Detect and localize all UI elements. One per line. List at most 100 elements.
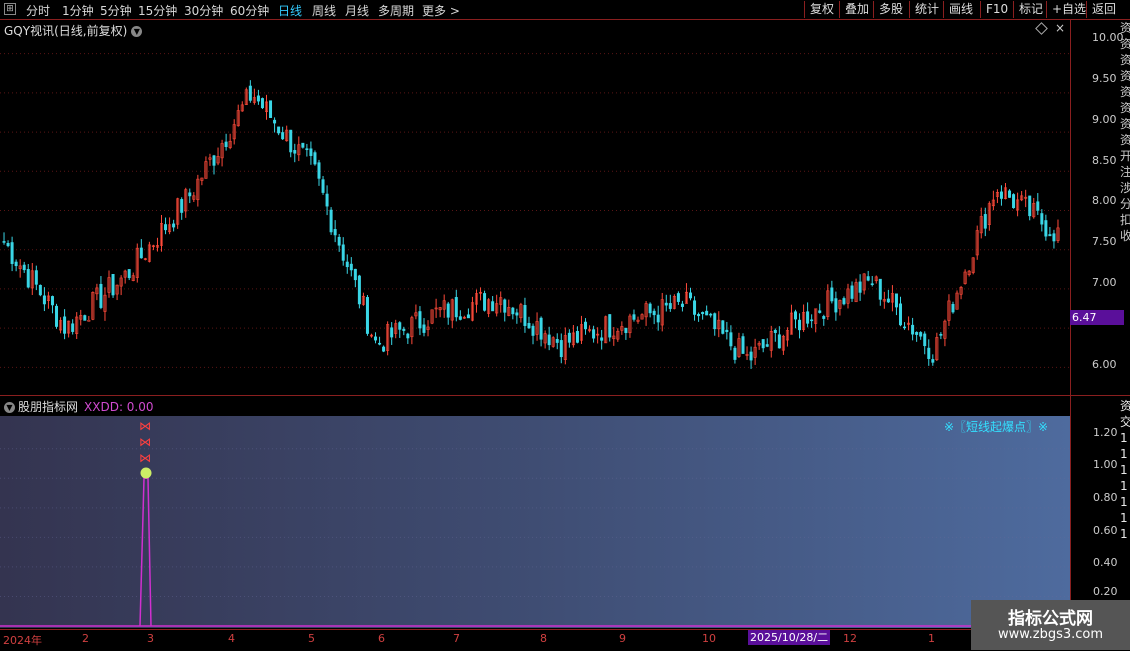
candle-body [224,141,228,148]
candle-body [713,313,717,330]
candle-body [923,333,927,347]
candle-body [1040,213,1044,225]
candle-body [42,295,46,305]
candle-body [63,316,67,334]
candle-body [777,334,781,349]
candle-body [491,301,495,312]
candle-body [10,242,14,264]
candle-body [559,340,563,358]
candle-body [260,98,264,109]
adjust-button[interactable]: 复权 [804,1,839,18]
candle-body [575,331,579,343]
overlay-button[interactable]: 叠加 [839,1,874,18]
tab-30min[interactable]: 30分钟 [184,2,223,19]
candle-body [725,329,729,333]
indicator-info-strip: 资交 1 1 1 1 1 1 1 [1120,398,1130,628]
info-strip[interactable]: 资资资资资资资资开注涉分扣收 [1120,20,1130,395]
candle-body [139,247,143,259]
candle-body [584,321,588,330]
candle-body [527,323,531,329]
strip-char: 1 [1120,527,1128,541]
candle-body [422,324,426,333]
candle-body [341,244,345,261]
candlestick-chart[interactable] [0,20,1070,395]
signal-label: ※〖短线起爆点〗※ [944,420,1049,434]
candle-body [539,317,543,340]
f10-button[interactable]: F10 [980,1,1013,18]
time-label: 3 [147,632,154,645]
candle-body [555,339,559,343]
strip-char: 收 [1120,229,1130,243]
strip-char: 涉 [1120,181,1130,195]
strip-char: 交 [1120,415,1130,429]
candle-body [349,263,353,271]
strip-char: 分 [1120,197,1130,211]
strip-char: 1 [1120,431,1128,445]
candle-body [664,302,668,306]
candle-body [915,332,919,335]
stats-button[interactable]: 统计 [909,1,944,18]
candle-body [71,323,75,332]
tab-multi-period[interactable]: 多周期 [378,2,414,19]
tab-more-label: 更多 [422,4,447,18]
tab-more[interactable]: 更多 > [422,2,460,19]
tab-1min[interactable]: 1分钟 [62,2,94,19]
candle-body [2,241,6,243]
candle-body [523,305,527,326]
chevron-down-icon[interactable]: ▼ [4,402,15,413]
tab-intraday[interactable]: 分时 [26,2,50,19]
tab-monthly[interactable]: 月线 [345,2,369,19]
strip-char: 注 [1120,165,1130,179]
candle-body [903,326,907,329]
candle-body [111,274,115,296]
add-watchlist-button[interactable]: +自选 [1046,1,1091,18]
candle-body [127,269,131,279]
tab-daily[interactable]: 日线 [278,2,302,19]
tab-5min[interactable]: 5分钟 [100,2,132,19]
time-label: 2 [82,632,89,645]
strip-char: 开 [1120,149,1130,163]
candle-body [741,336,745,354]
candle-body [624,327,628,334]
toolbar-grip-icon[interactable]: ⊞ [4,3,16,15]
candle-body [676,293,680,302]
back-button[interactable]: 返回 [1086,1,1121,18]
candle-body [50,296,54,306]
cursor-date-tag: 2025/10/28/二 [748,630,831,645]
candle-body [793,311,797,320]
candle-body [810,319,814,322]
tab-weekly[interactable]: 周线 [312,2,336,19]
candle-body [531,325,535,336]
candle-body [1052,233,1056,242]
butterfly-icon: ⋈ [139,419,151,433]
strip-char: 资 [1120,399,1130,413]
candle-body [822,316,826,319]
price-tick: 8.00 [1092,194,1117,207]
candle-body [390,327,394,338]
candle-body [321,179,325,193]
candle-body [248,85,252,101]
candle-body [357,275,361,305]
time-axis [0,629,1130,651]
candle-body [329,209,333,233]
strip-char: 资 [1120,53,1130,67]
candle-body [212,155,216,166]
indicator-axis-line [1070,396,1071,629]
candle-body [656,314,660,323]
strip-char: 资 [1120,85,1130,99]
strip-char: 资 [1120,101,1130,115]
draw-line-button[interactable]: 画线 [943,1,978,18]
mark-button[interactable]: 标记 [1013,1,1048,18]
candle-body [293,150,297,154]
multi-stock-button[interactable]: 多股 [873,1,908,18]
strip-char: 1 [1120,511,1128,525]
candle-body [773,329,777,333]
candle-body [22,264,26,271]
candle-body [289,129,293,153]
tab-60min[interactable]: 60分钟 [230,2,269,19]
candle-body [511,307,515,315]
candle-body [931,359,935,363]
indicator-title: ▼ 股朋指标网 XXDD: 0.00 [4,398,154,415]
tab-15min[interactable]: 15分钟 [138,2,177,19]
candle-body [701,312,705,315]
